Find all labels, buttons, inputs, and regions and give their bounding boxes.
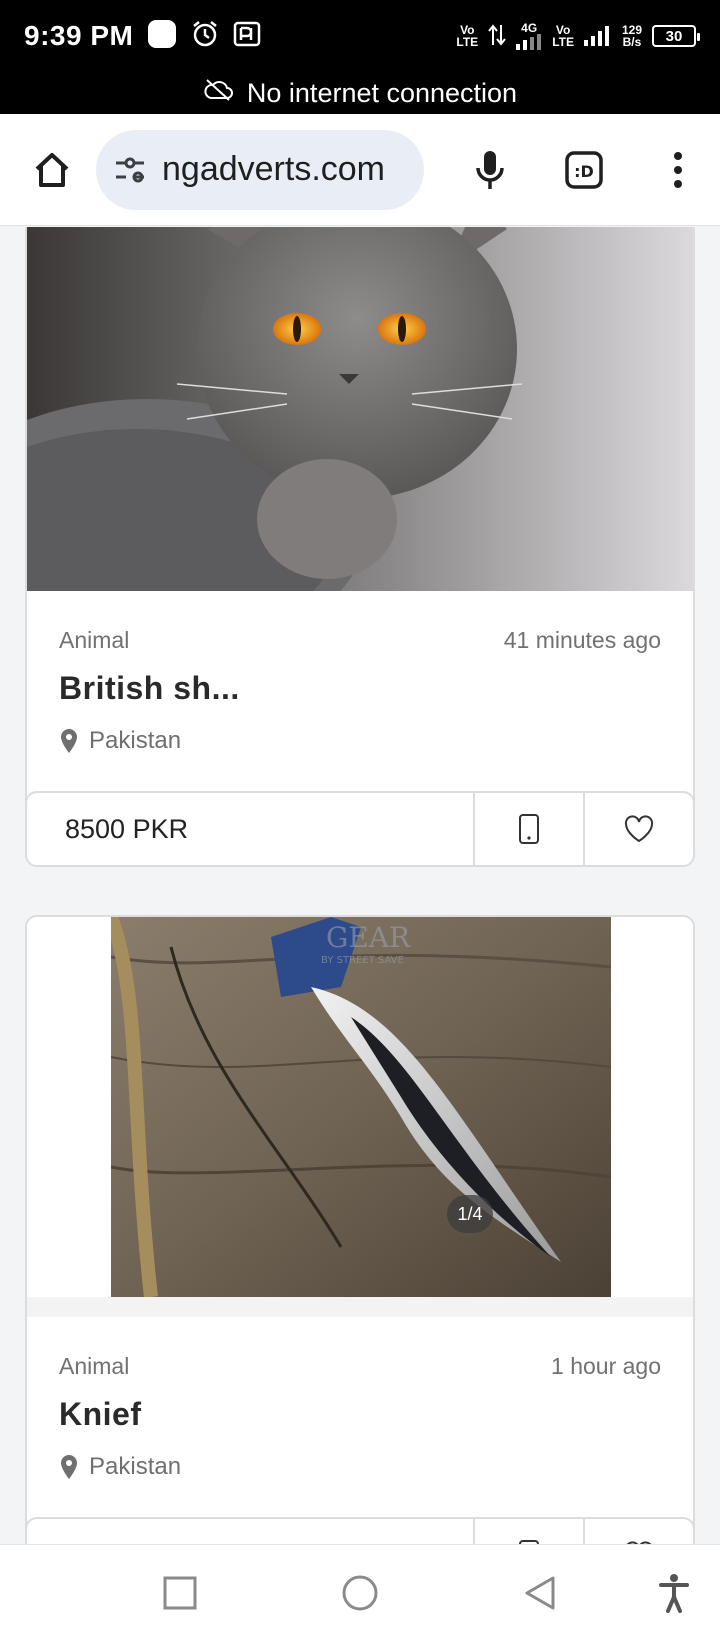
network-speed-unit: B/s — [622, 35, 642, 49]
location-pin-icon — [61, 1455, 77, 1479]
location-pin-icon — [61, 729, 77, 753]
volte-bottom-label: LTE — [456, 35, 479, 49]
favorite-button[interactable] — [583, 793, 693, 865]
listing-price: 8500 PKR — [65, 813, 189, 844]
back-triangle-icon — [525, 1576, 555, 1610]
recents-square-icon — [163, 1576, 197, 1610]
offline-banner: No internet connection — [0, 72, 720, 114]
battery-icon: 30 — [652, 25, 700, 47]
image-watermark: GEAR — [326, 921, 411, 954]
battery-level: 30 — [665, 27, 683, 45]
cloud-off-icon — [203, 78, 233, 109]
status-system-icons: Vo LTE 4G Vo LTE 129 B/s 30 — [456, 22, 700, 50]
status-time: 9:39 PM — [24, 20, 134, 51]
listing-info: Animal 1 hour ago Knief Pakistan — [27, 1317, 693, 1481]
overflow-menu-button[interactable] — [654, 146, 702, 194]
more-vert-icon — [674, 151, 682, 188]
tab-switcher-icon: :D — [565, 150, 603, 189]
listing-location: Pakistan — [59, 727, 661, 755]
status-notification-icons — [147, 19, 261, 54]
listing-actions: 8500 PKR — [27, 791, 693, 865]
call-button[interactable] — [473, 1519, 583, 1544]
listing-location-text: Pakistan — [89, 727, 182, 754]
listing-title[interactable]: British sh... — [59, 670, 661, 707]
accessibility-button[interactable] — [654, 1573, 694, 1613]
heart-icon — [624, 815, 654, 843]
phone-icon — [519, 814, 539, 844]
signal-4g: 4G — [516, 22, 542, 50]
home-icon — [35, 152, 69, 187]
favorite-button[interactable] — [583, 1519, 693, 1544]
url-text: ngadverts.com — [162, 150, 385, 188]
listing-category[interactable]: Animal — [59, 627, 129, 654]
listing-time: 41 minutes ago — [503, 627, 661, 653]
browser-toolbar: ngadverts.com :D — [0, 114, 720, 226]
tab-switcher-button[interactable]: :D — [560, 146, 608, 194]
listing-location-text: Pakistan — [89, 1453, 182, 1480]
voice-search-button[interactable] — [466, 146, 514, 194]
back-button[interactable] — [520, 1573, 560, 1613]
knife-image: GEAR BY STREET SAVE — [111, 917, 611, 1297]
site-settings-icon — [116, 157, 144, 182]
listing-info: Animal 41 minutes ago British sh... Paki… — [27, 591, 693, 755]
listing-photo-cat[interactable] — [27, 227, 693, 591]
image-watermark-sub: BY STREET SAVE — [321, 955, 404, 966]
listing-category[interactable]: Animal — [59, 1353, 129, 1380]
home-button[interactable] — [28, 146, 76, 194]
cat-image — [27, 227, 693, 591]
volte-indicator-1: Vo LTE — [456, 24, 478, 48]
carousel-scrollbar[interactable] — [27, 1297, 693, 1317]
listing-time: 1 hour ago — [551, 1353, 661, 1379]
microphone-icon — [476, 150, 504, 189]
tab-badge-text: :D — [574, 162, 594, 181]
listing-card[interactable]: Animal 41 minutes ago British sh... Paki… — [25, 227, 695, 867]
offline-banner-text: No internet connection — [246, 77, 518, 108]
data-type-label: 4G — [521, 21, 538, 35]
listing-title[interactable]: Knief — [59, 1396, 661, 1433]
home-nav-button[interactable] — [340, 1573, 380, 1613]
listing-actions — [27, 1517, 693, 1544]
listing-photo-area[interactable]: GEAR BY STREET SAVE 1/4 — [27, 917, 693, 1317]
address-bar[interactable]: ngadverts.com — [96, 129, 424, 210]
payment-app-icon — [233, 20, 261, 53]
signal-bars-icon — [516, 34, 542, 50]
network-speed: 129 B/s — [622, 24, 642, 48]
listing-location: Pakistan — [59, 1453, 661, 1481]
data-transfer-icon — [488, 23, 506, 50]
system-navigation-bar — [0, 1544, 720, 1640]
home-circle-icon — [342, 1575, 378, 1611]
status-bar: 9:39 PM Vo LTE 4G Vo LTE 129 B/s 30 — [0, 0, 720, 72]
image-counter: 1/4 — [447, 1195, 493, 1233]
volte-indicator-2: Vo LTE — [552, 24, 574, 48]
listing-price — [27, 1519, 473, 1544]
alarm-icon — [191, 20, 219, 53]
recents-button[interactable] — [160, 1573, 200, 1613]
app-notification-icon — [147, 19, 177, 54]
accessibility-icon — [659, 1574, 689, 1613]
web-content[interactable]: Animal 41 minutes ago British sh... Paki… — [0, 227, 720, 1544]
signal-bars-icon-2 — [583, 26, 609, 46]
listing-photo-knife[interactable]: GEAR BY STREET SAVE 1/4 — [111, 917, 611, 1297]
volte-bottom-label-2: LTE — [552, 35, 574, 49]
listing-card[interactable]: GEAR BY STREET SAVE 1/4 Animal 1 hour ag… — [25, 915, 695, 1544]
call-button[interactable] — [473, 793, 583, 865]
